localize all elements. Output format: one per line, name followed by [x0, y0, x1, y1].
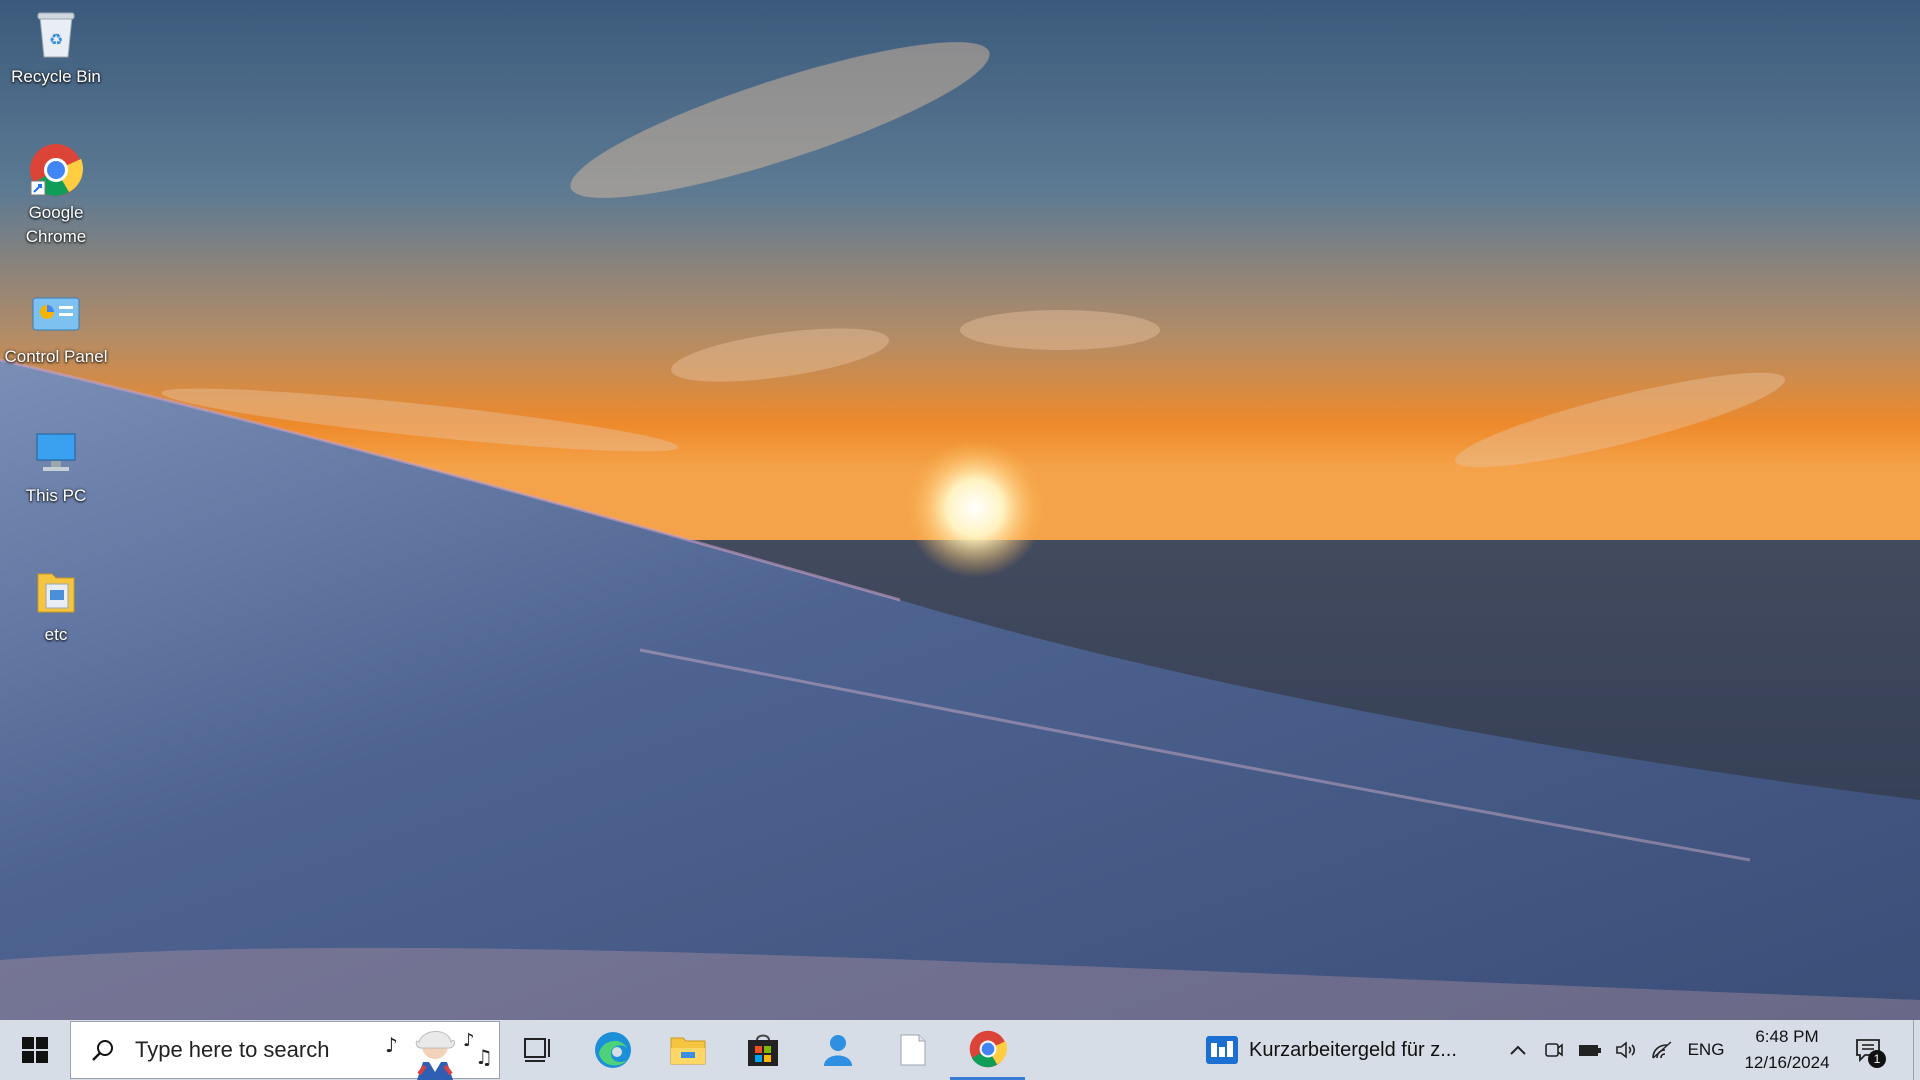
folder-icon: [28, 564, 84, 620]
desktop-icon-label: Control Panel: [4, 347, 108, 366]
show-hidden-icons-button[interactable]: [1500, 1020, 1536, 1080]
svg-text:♻: ♻: [49, 30, 63, 49]
wallpaper-image: [0, 0, 1920, 1020]
search-icon: [71, 1038, 135, 1062]
file-explorer-icon: [670, 1037, 705, 1065]
notification-center-button[interactable]: 1: [1842, 1020, 1894, 1080]
taskbar: Type here to search ♪ ♪ ♫ Kurzarbeiterge…: [0, 1020, 1920, 1080]
taskbar-people[interactable]: [800, 1020, 875, 1080]
svg-text:♪: ♪: [463, 1030, 475, 1051]
system-tray: ENG 6:48 PM 12/16/2024 1: [1500, 1020, 1894, 1080]
news-icon: [1206, 1036, 1238, 1064]
taskbar-store[interactable]: [725, 1020, 800, 1080]
person-icon: [823, 1035, 852, 1066]
recycle-bin-icon: ♻: [28, 6, 84, 62]
monitor-icon: [28, 425, 84, 481]
desktop-icon-recycle-bin[interactable]: ♻ Recycle Bin: [0, 6, 112, 89]
svg-text:♪: ♪: [385, 1033, 398, 1057]
taskbar-task-view[interactable]: [500, 1020, 575, 1080]
show-desktop-button[interactable]: [1913, 1020, 1920, 1080]
search-highlight-doodle-icon[interactable]: ♪ ♪ ♫: [379, 1022, 499, 1080]
volume-button[interactable]: [1608, 1020, 1644, 1080]
speaker-icon: [1616, 1041, 1636, 1059]
meet-now-button[interactable]: [1536, 1020, 1572, 1080]
battery-button[interactable]: [1572, 1020, 1608, 1080]
input-language-indicator[interactable]: ENG: [1680, 1040, 1732, 1060]
clock-time: 6:48 PM: [1755, 1027, 1819, 1046]
news-widget[interactable]: Kurzarbeitergeld für z...: [1205, 1020, 1457, 1080]
search-placeholder: Type here to search: [135, 1037, 330, 1062]
news-widget-text: Kurzarbeitergeld für z...: [1249, 1038, 1457, 1061]
desktop-icon-google-chrome[interactable]: Google Chrome: [0, 142, 112, 249]
svg-text:♫: ♫: [475, 1045, 493, 1069]
desktop-icon-label: Recycle Bin: [11, 67, 101, 86]
desktop: ♻ Recycle Bin Google Chrome Control Pane…: [0, 0, 1920, 1020]
clock[interactable]: 6:48 PM 12/16/2024: [1732, 1024, 1842, 1076]
chevron-up-icon: [1510, 1045, 1526, 1055]
taskbar-edge[interactable]: [575, 1020, 650, 1080]
search-box[interactable]: Type here to search ♪ ♪ ♫: [70, 1021, 500, 1080]
camera-icon: [1545, 1043, 1563, 1057]
desktop-icon-label: etc: [44, 625, 68, 644]
clock-date: 12/16/2024: [1744, 1053, 1830, 1072]
taskbar-chrome[interactable]: [950, 1020, 1025, 1080]
desktop-icon-label: This PC: [25, 486, 87, 505]
chrome-icon: [969, 1030, 1007, 1067]
network-button[interactable]: [1644, 1020, 1680, 1080]
document-icon: [900, 1034, 925, 1066]
notification-count-badge: 1: [1868, 1050, 1886, 1068]
desktop-icon-etc[interactable]: etc: [0, 564, 112, 647]
battery-icon: [1579, 1045, 1601, 1056]
wifi-icon: [1652, 1041, 1672, 1059]
windows-logo-icon: [22, 1037, 48, 1063]
start-button[interactable]: [0, 1020, 70, 1080]
task-view-icon: [523, 1038, 550, 1062]
desktop-icon-control-panel[interactable]: Control Panel: [0, 286, 112, 369]
desktop-icon-label: Google Chrome: [25, 203, 87, 246]
edge-icon: [594, 1032, 631, 1068]
taskbar-file-explorer[interactable]: [650, 1020, 725, 1080]
control-panel-icon: [28, 286, 84, 342]
desktop-icon-this-pc[interactable]: This PC: [0, 425, 112, 508]
store-icon: [747, 1034, 778, 1066]
chrome-icon: [28, 142, 84, 198]
taskbar-notepad[interactable]: [875, 1020, 950, 1080]
